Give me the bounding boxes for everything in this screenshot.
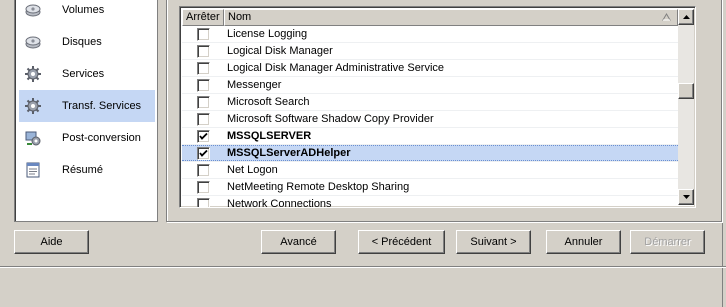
service-name: Messenger	[227, 79, 282, 91]
nav-item-volumes[interactable]: Volumes	[19, 0, 155, 26]
column-header-label: Arrêter	[186, 11, 220, 23]
checkmark-icon	[198, 149, 208, 157]
nav-item-disques[interactable]: Disques	[19, 26, 155, 58]
nav-item-post-conversion[interactable]: Post-conversion	[19, 122, 155, 154]
service-name: Microsoft Software Shadow Copy Provider	[227, 113, 434, 125]
column-header-stop[interactable]: Arrêter	[182, 9, 224, 26]
column-header-name[interactable]: Nom	[224, 9, 678, 26]
service-row[interactable]: MSSQLSERVER	[182, 128, 678, 145]
service-row[interactable]: Network Connections	[182, 196, 678, 208]
nav-label: Volumes	[62, 4, 105, 16]
service-name: Net Logon	[227, 164, 278, 176]
vertical-scrollbar[interactable]	[678, 9, 694, 205]
service-name: License Logging	[227, 28, 308, 40]
transfer-gear-icon	[23, 96, 43, 116]
stop-checkbox[interactable]	[196, 197, 210, 207]
nav-label: Post-conversion	[62, 132, 141, 144]
service-name: Logical Disk Manager Administrative Serv…	[227, 62, 445, 74]
service-row[interactable]: NetMeeting Remote Desktop Sharing	[182, 179, 678, 196]
arrow-up-icon	[682, 15, 690, 19]
service-row-selected[interactable]: MSSQLServerADHelper	[182, 145, 678, 162]
nav-item-transf-services[interactable]: Transf. Services	[19, 90, 155, 122]
wizard-step-nav: Volumes Disques Services Transf. Service…	[14, 0, 158, 222]
stop-checkbox[interactable]	[196, 61, 210, 75]
service-name: MSSQLServerADHelper	[227, 147, 351, 159]
disk-gear-icon	[23, 32, 43, 52]
stop-checkbox[interactable]	[196, 163, 210, 177]
service-row[interactable]: Microsoft Software Shadow Copy Provider	[182, 111, 678, 128]
nav-label: Services	[62, 68, 105, 80]
service-name: Network Connections	[227, 198, 332, 208]
service-name: Logical Disk Manager	[227, 45, 333, 57]
service-row[interactable]: Microsoft Search	[182, 94, 678, 111]
help-button[interactable]: Aide	[14, 230, 89, 254]
nav-label: Disques	[62, 36, 102, 48]
service-row[interactable]: License Logging	[182, 26, 678, 43]
service-row[interactable]: Messenger	[182, 77, 678, 94]
arrow-down-icon	[682, 195, 690, 199]
bottom-separator	[0, 266, 726, 268]
scroll-thumb[interactable]	[678, 83, 694, 99]
services-list[interactable]: Arrêter Nom License Logging Logical Disk…	[179, 6, 696, 208]
service-rows: License Logging Logical Disk Manager Log…	[182, 26, 678, 208]
service-name: MSSQLSERVER	[227, 130, 312, 142]
nav-item-services[interactable]: Services	[19, 58, 155, 90]
summary-document-icon	[23, 160, 43, 180]
stop-checkbox[interactable]	[196, 44, 210, 58]
post-conversion-icon	[23, 128, 43, 148]
stop-checkbox-checked[interactable]	[196, 129, 210, 143]
checkmark-icon	[198, 132, 208, 140]
services-gear-icon	[23, 64, 43, 84]
cancel-button[interactable]: Annuler	[546, 230, 621, 254]
start-button[interactable]: Démarrer	[630, 230, 705, 254]
stop-checkbox[interactable]	[196, 78, 210, 92]
volume-gear-icon	[23, 0, 43, 20]
window-right-edge	[722, 0, 723, 307]
stop-checkbox[interactable]	[196, 180, 210, 194]
column-header-label: Nom	[228, 11, 252, 23]
service-row[interactable]: Net Logon	[182, 162, 678, 179]
stop-checkbox[interactable]	[196, 95, 210, 109]
scroll-down-button[interactable]	[678, 189, 694, 205]
stop-checkbox-checked[interactable]	[196, 146, 210, 160]
service-row[interactable]: Logical Disk Manager Administrative Serv…	[182, 60, 678, 77]
stop-checkbox[interactable]	[196, 112, 210, 126]
service-name: Microsoft Search	[227, 96, 310, 108]
previous-button[interactable]: < Précédent	[358, 230, 445, 254]
nav-label: Résumé	[62, 164, 103, 176]
list-header: Arrêter Nom	[182, 9, 678, 26]
sort-ascending-icon	[662, 13, 671, 21]
service-row[interactable]: Logical Disk Manager	[182, 43, 678, 60]
stop-checkbox[interactable]	[196, 27, 210, 41]
scroll-up-button[interactable]	[678, 9, 694, 25]
nav-label: Transf. Services	[62, 100, 142, 112]
nav-item-resume[interactable]: Résumé	[19, 154, 155, 186]
service-name: NetMeeting Remote Desktop Sharing	[227, 181, 410, 193]
advanced-button[interactable]: Avancé	[261, 230, 336, 254]
next-button[interactable]: Suivant >	[456, 230, 531, 254]
